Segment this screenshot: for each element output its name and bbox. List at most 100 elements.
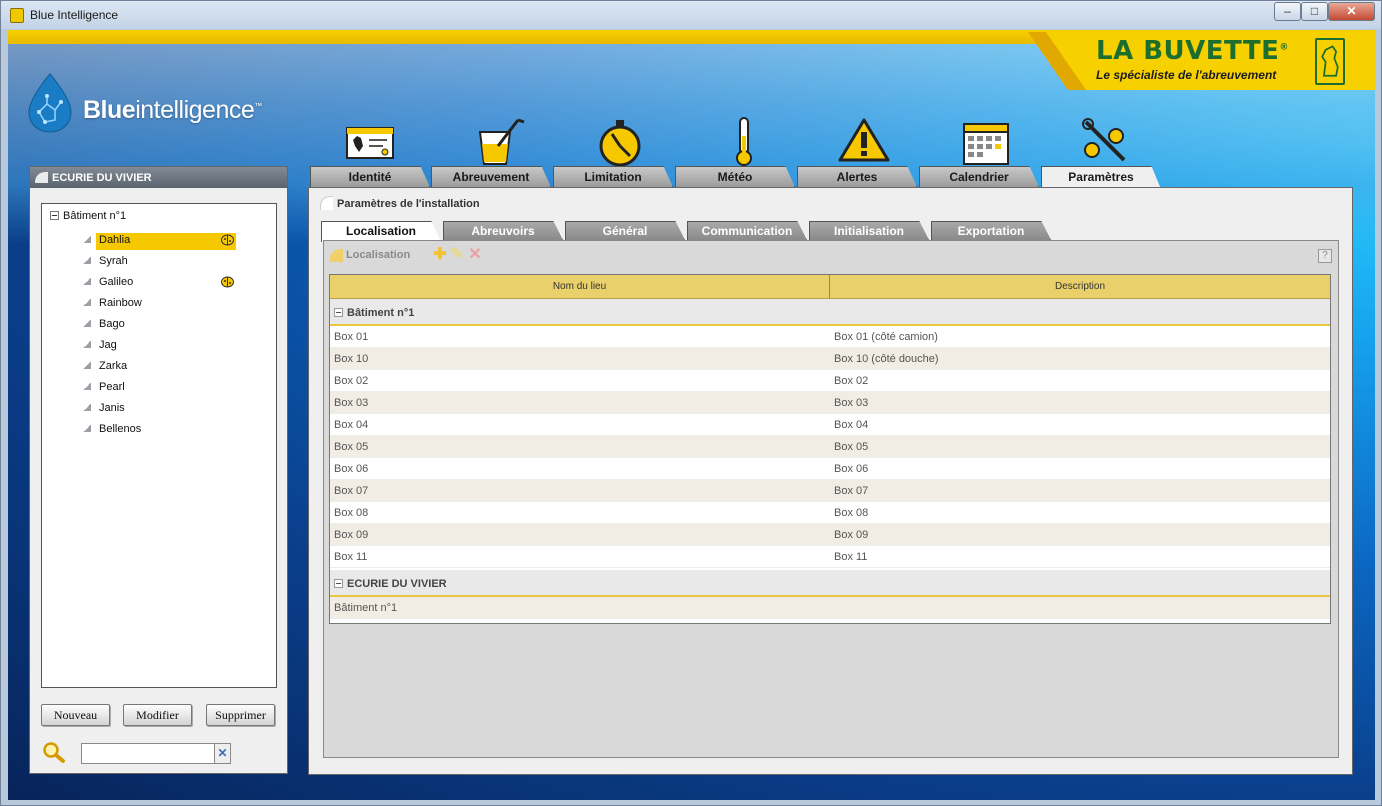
horse-item[interactable]: Pearl (83, 377, 238, 396)
minimize-button[interactable]: – (1274, 2, 1301, 21)
horse-item[interactable]: Zarka (83, 356, 238, 375)
table-row[interactable]: Box 06 Box 06 (330, 458, 1330, 480)
tab-tools[interactable]: Paramètres (1041, 166, 1161, 189)
table-row[interactable]: Bâtiment n°1 (330, 597, 1330, 619)
new-button[interactable]: Nouveau (41, 704, 110, 726)
id-card-icon[interactable] (341, 116, 397, 168)
cell-name: Box 10 (334, 353, 369, 365)
stable-panel: ECURIE DU VIVIER Bâtiment n°1 Dahlia Syra… (29, 166, 288, 774)
cell-name: Box 08 (334, 507, 369, 519)
cell-name: Box 09 (334, 529, 369, 541)
subtab-4[interactable]: Initialisation (809, 221, 929, 240)
tab-stopwatch[interactable]: Limitation (553, 166, 673, 187)
tab-glass[interactable]: Abreuvement (431, 166, 551, 187)
subtab-0[interactable]: Localisation (321, 221, 441, 242)
cell-description: Box 04 (834, 419, 869, 431)
maximize-button[interactable]: □ (1301, 2, 1328, 21)
edit-icon[interactable]: ✎ (449, 247, 465, 263)
collapse-icon[interactable] (50, 211, 59, 220)
leaf-icon (83, 341, 91, 348)
horse-item[interactable]: Rainbow (83, 293, 238, 312)
collapse-icon[interactable] (334, 579, 343, 588)
panel-corner-icon (320, 196, 333, 210)
horse-name: Jag (99, 339, 117, 351)
alert-bug-icon (221, 276, 234, 288)
column-header-description[interactable]: Description (830, 275, 1330, 299)
delete-icon[interactable]: ✕ (467, 247, 483, 263)
search-icon[interactable] (42, 741, 66, 763)
cell-description: Box 11 (834, 551, 868, 563)
table-row[interactable]: Box 02 Box 02 (330, 370, 1330, 392)
company-tagline: Le spécialiste de l'abreuvement (1096, 68, 1277, 82)
grid-group[interactable]: Bâtiment n°1 (330, 299, 1330, 326)
tab-id-card[interactable]: Identité (310, 166, 430, 187)
subtab-1[interactable]: Abreuvoirs (443, 221, 563, 240)
table-row[interactable]: Box 07 Box 07 (330, 480, 1330, 502)
client-area: Blueintelligence™ LA BUVETTE® Le spécial… (8, 30, 1375, 800)
horse-item[interactable]: Jag (83, 335, 238, 354)
tab-warning[interactable]: Alertes (797, 166, 917, 187)
cell-name: Box 04 (334, 419, 369, 431)
table-row[interactable]: Box 11 Box 11 (330, 546, 1330, 568)
leaf-icon (83, 404, 91, 411)
close-button[interactable]: ✕ (1328, 2, 1375, 21)
app-window: Blue Intelligence – □ ✕ Blueintelligence… (0, 0, 1382, 806)
horse-item[interactable]: Dahlia (83, 230, 238, 250)
location-subpanel: Localisation ✚ ✎ ✕ ? Nom du lieu Descrip… (323, 240, 1339, 758)
horse-name: Bellenos (99, 423, 142, 435)
stopwatch-icon[interactable] (592, 116, 648, 168)
tab-thermometer[interactable]: Météo (675, 166, 795, 187)
subtab-2[interactable]: Général (565, 221, 685, 240)
table-row[interactable]: Box 01 Box 01 (côté camion) (330, 326, 1330, 348)
grid-group[interactable]: ECURIE DU VIVIER (330, 570, 1330, 597)
settings-panel-title: Paramètres de l'installation (337, 198, 480, 210)
cell-name: Box 01 (334, 331, 369, 343)
table-row[interactable]: Box 08 Box 08 (330, 502, 1330, 524)
cell-description: Box 09 (834, 529, 869, 541)
leaf-icon (83, 383, 91, 390)
tree-root-building[interactable]: Bâtiment n°1 (50, 210, 126, 222)
search-input[interactable] (81, 743, 231, 764)
cell-name: Bâtiment n°1 (334, 602, 398, 614)
table-row[interactable]: Box 10 Box 10 (côté douche) (330, 348, 1330, 370)
horse-name: Janis (99, 402, 125, 414)
horse-item[interactable]: Bellenos (83, 419, 238, 438)
tools-icon[interactable] (1078, 116, 1134, 168)
thermometer-icon[interactable] (716, 116, 772, 168)
company-name: LA BUVETTE® (1096, 36, 1289, 66)
horse-tree[interactable]: Bâtiment n°1 Dahlia Syrah Galileo Rainbow Ba… (41, 203, 277, 688)
horse-logo-icon (1315, 38, 1345, 85)
horse-item[interactable]: Galileo (83, 272, 238, 291)
warning-icon[interactable] (836, 116, 892, 168)
horse-item[interactable]: Syrah (83, 251, 238, 270)
table-row[interactable]: Box 09 Box 09 (330, 524, 1330, 546)
horse-name: Dahlia (96, 233, 236, 250)
subtab-5[interactable]: Exportation (931, 221, 1051, 240)
group-label: ECURIE DU VIVIER (347, 578, 447, 590)
leaf-icon (83, 236, 91, 243)
table-row[interactable]: Box 04 Box 04 (330, 414, 1330, 436)
brand-logo-text: Blueintelligence™ (83, 96, 262, 124)
delete-button[interactable]: Supprimer (206, 704, 275, 726)
edit-button[interactable]: Modifier (123, 704, 192, 726)
leaf-icon (83, 425, 91, 432)
panel-corner-icon (330, 249, 343, 262)
settings-panel: Paramètres de l'installation Localisatio… (308, 187, 1353, 775)
cell-name: Box 02 (334, 375, 369, 387)
table-row[interactable]: Box 03 Box 03 (330, 392, 1330, 414)
column-header-name[interactable]: Nom du lieu (330, 275, 829, 299)
horse-item[interactable]: Janis (83, 398, 238, 417)
horse-item[interactable]: Bago (83, 314, 238, 333)
app-icon (10, 8, 24, 23)
glass-icon[interactable] (472, 116, 528, 168)
help-icon[interactable]: ? (1318, 249, 1332, 263)
collapse-icon[interactable] (334, 308, 343, 317)
title-bar[interactable]: Blue Intelligence – □ ✕ (1, 1, 1381, 29)
table-row[interactable]: Box 05 Box 05 (330, 436, 1330, 458)
clear-search-icon[interactable]: ✕ (214, 743, 231, 764)
cell-name: Box 11 (334, 551, 368, 563)
add-icon[interactable]: ✚ (432, 247, 448, 263)
tab-calendar[interactable]: Calendrier (919, 166, 1039, 187)
calendar-icon[interactable] (958, 116, 1014, 168)
subtab-3[interactable]: Communication (687, 221, 807, 240)
